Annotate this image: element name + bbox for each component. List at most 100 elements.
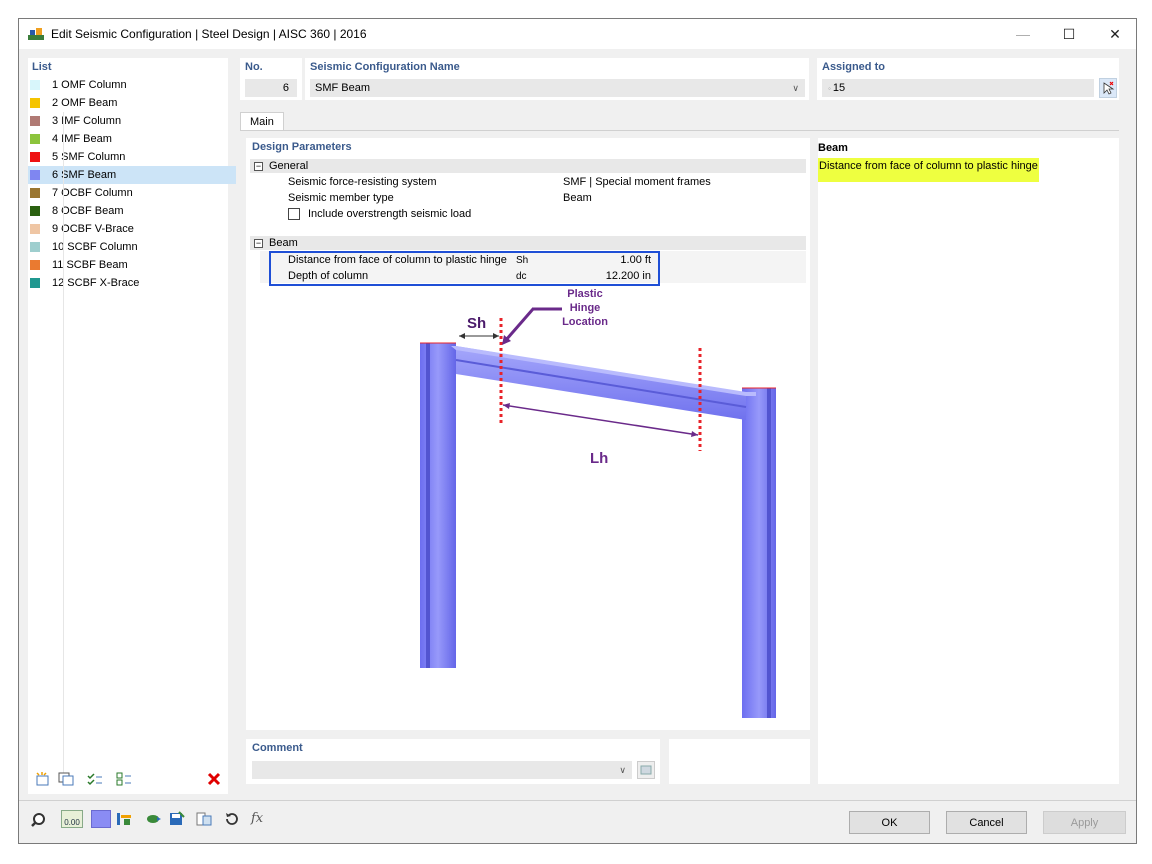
list-item-label: 9 OCBF V-Brace	[52, 223, 134, 235]
comment-library-icon[interactable]	[637, 761, 655, 779]
group-beam-label: Beam	[269, 237, 298, 249]
save-icon[interactable]	[168, 811, 186, 827]
param-value[interactable]: SMF | Special moment frames	[563, 174, 803, 190]
color-swatch-icon	[30, 206, 40, 216]
list-item[interactable]: 6 SMF Beam	[28, 166, 236, 184]
list-item-label: 7 OCBF Column	[52, 187, 133, 199]
list-item[interactable]: 5 SMF Column	[28, 148, 236, 166]
color-swatch-icon	[30, 134, 40, 144]
list-item-label: 1 OMF Column	[52, 79, 127, 91]
title-bar: Edit Seismic Configuration | Steel Desig…	[19, 19, 1136, 49]
group-beam[interactable]: − Beam	[250, 236, 806, 250]
highlight-box	[269, 251, 660, 286]
comment-label: Comment	[252, 742, 303, 754]
assigned-label: Assigned to	[822, 61, 885, 73]
delete-icon[interactable]	[205, 771, 223, 787]
param-label: Seismic force-resisting system	[288, 176, 437, 188]
comment-panel: Comment ∨	[246, 739, 660, 784]
list-item[interactable]: 3 IMF Column	[28, 112, 236, 130]
group-general[interactable]: − General	[250, 159, 806, 173]
check-all-icon[interactable]	[86, 771, 104, 787]
design-panel: Design Parameters − General Seismic forc…	[246, 138, 810, 730]
copy-item-icon[interactable]	[57, 771, 75, 787]
list-item-label: 2 OMF Beam	[52, 97, 118, 109]
name-panel: Seismic Configuration Name SMF Beam ∨	[305, 58, 809, 100]
color-swatch-icon	[30, 260, 40, 270]
reset-icon[interactable]	[223, 811, 241, 827]
param-value[interactable]: Beam	[563, 190, 803, 206]
comment-field[interactable]: ∨	[252, 761, 632, 779]
info-panel: Beam Distance from face of column to pla…	[818, 138, 1119, 784]
app-icon	[27, 27, 45, 41]
export-icon[interactable]	[195, 811, 213, 827]
list-item[interactable]: 12 SCBF X-Brace	[28, 274, 236, 292]
select-pointer-icon[interactable]	[1099, 78, 1117, 98]
no-field: 6	[245, 79, 297, 97]
overstrength-checkbox[interactable]	[288, 208, 300, 220]
design-title: Design Parameters	[252, 141, 352, 153]
close-button[interactable]: ✕	[1092, 19, 1138, 49]
name-value: SMF Beam	[315, 82, 371, 94]
collapse-beam-icon[interactable]: −	[254, 238, 263, 248]
overstrength-row: Include overstrength seismic load	[288, 206, 588, 222]
tab-main[interactable]: Main	[240, 112, 284, 131]
assigned-field[interactable]: ◦ 15	[822, 79, 1094, 97]
list-item[interactable]: 8 OCBF Beam	[28, 202, 236, 220]
assigned-panel: Assigned to ◦ 15	[817, 58, 1119, 100]
param-label: Seismic member type	[288, 192, 394, 204]
search-icon[interactable]	[31, 812, 49, 828]
window-title: Edit Seismic Configuration | Steel Desig…	[51, 27, 367, 41]
info-text: Distance from face of column to plastic …	[818, 158, 1039, 182]
member-icon: ◦	[828, 83, 831, 93]
cancel-button[interactable]: Cancel	[946, 811, 1027, 834]
callout-line-1: Plastic	[567, 288, 602, 300]
list-item[interactable]: 9 OCBF V-Brace	[28, 220, 236, 238]
info-title: Beam	[818, 142, 848, 154]
list-item-label: 10 SCBF Column	[52, 241, 138, 253]
no-panel: No. 6	[240, 58, 302, 100]
callout-line-2: Hinge	[570, 302, 601, 314]
ok-button[interactable]: OK	[849, 811, 930, 834]
dialog-window: Edit Seismic Configuration | Steel Desig…	[18, 18, 1137, 844]
color-swatch-icon	[30, 80, 40, 90]
view-icon[interactable]	[145, 811, 163, 827]
minimize-button[interactable]: —	[1000, 19, 1046, 49]
uncheck-all-icon[interactable]	[115, 771, 133, 787]
color-swatch-icon	[30, 98, 40, 108]
color-swatch-icon	[30, 116, 40, 126]
color-swatch-icon	[30, 278, 40, 288]
chevron-down-icon[interactable]: ∨	[619, 765, 626, 776]
list-item-label: 12 SCBF X-Brace	[52, 277, 140, 289]
no-label: No.	[245, 61, 263, 73]
list-panel: List 1 OMF Column 2 OMF Beam 3 IMF Column 4…	[28, 58, 236, 794]
lh-label: Lh	[590, 450, 608, 467]
list-item[interactable]: 10 SCBF Column	[28, 238, 236, 256]
model-icon[interactable]	[115, 811, 133, 827]
list-item[interactable]: 2 OMF Beam	[28, 94, 236, 112]
color-swatch-icon	[30, 188, 40, 198]
group-general-label: General	[269, 160, 309, 172]
list-item[interactable]: 4 IMF Beam	[28, 130, 236, 148]
list-item[interactable]: 7 OCBF Column	[28, 184, 236, 202]
maximize-button[interactable]: ☐	[1046, 19, 1092, 49]
apply-button[interactable]: Apply	[1043, 811, 1126, 834]
color-swatch-icon	[30, 152, 40, 162]
left-column	[420, 343, 456, 668]
list-item-label: 4 IMF Beam	[52, 133, 112, 145]
color-icon[interactable]	[91, 810, 111, 828]
assigned-value: 15	[832, 82, 846, 94]
list-item[interactable]: 1 OMF Column	[28, 76, 236, 94]
comment-side-panel	[669, 739, 810, 784]
color-swatch-icon	[30, 224, 40, 234]
color-swatch-icon	[30, 242, 40, 252]
formula-icon[interactable]: f𝑥	[251, 811, 269, 827]
overstrength-label: Include overstrength seismic load	[308, 208, 472, 220]
chevron-down-icon[interactable]: ∨	[792, 83, 799, 94]
list-item[interactable]: 11 SCBF Beam	[28, 256, 236, 274]
name-field[interactable]: SMF Beam ∨	[310, 79, 805, 97]
collapse-general-icon[interactable]: −	[254, 161, 263, 171]
new-item-icon[interactable]	[34, 771, 52, 787]
units-icon[interactable]: 0.00	[61, 810, 83, 828]
sh-label: Sh	[467, 315, 486, 332]
moment-frame-figure: Sh Lh Plastic Hinge Location	[420, 288, 776, 718]
